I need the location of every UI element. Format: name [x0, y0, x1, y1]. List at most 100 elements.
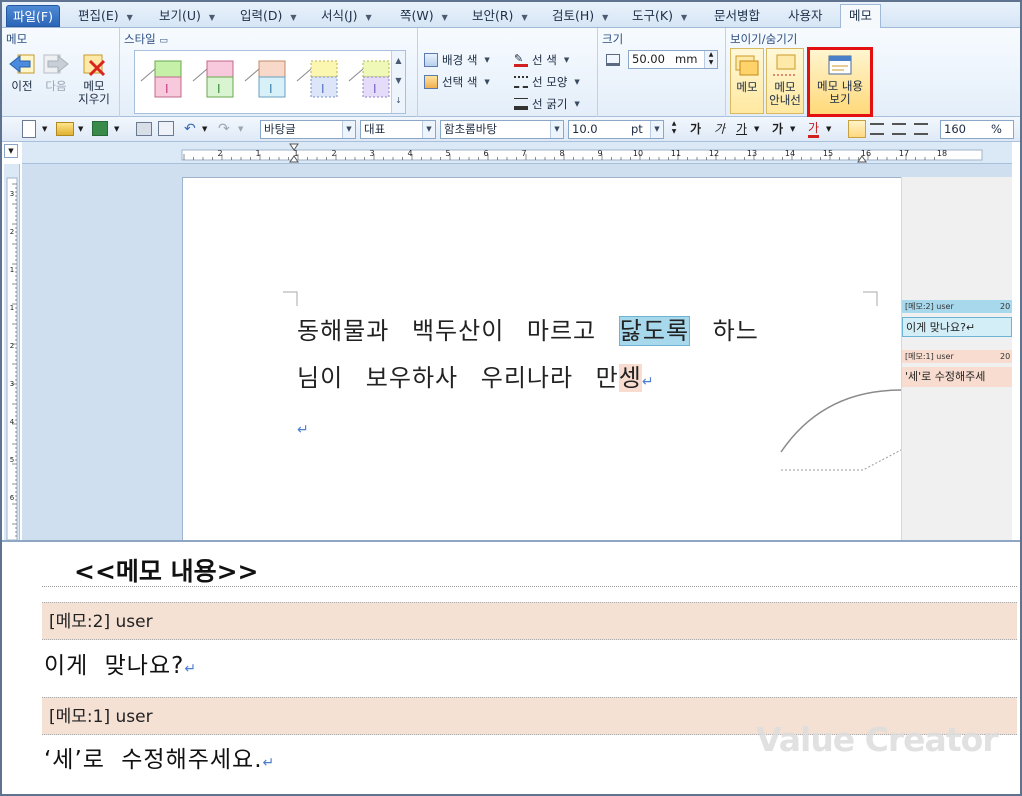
redo-dropdown[interactable]: ▼	[238, 120, 244, 138]
new-document-icon[interactable]	[22, 120, 36, 138]
ruler-number: 14	[785, 149, 795, 158]
menu-tab-memo[interactable]: 메모	[840, 4, 882, 28]
delete-memo-button[interactable]: 메모 지우기	[74, 52, 114, 106]
underline-button[interactable]: 가	[736, 120, 747, 138]
save-icon[interactable]	[92, 121, 108, 136]
print-preview-icon[interactable]	[158, 121, 174, 136]
memo-content-body-1[interactable]: ‘세’로 수정해주세요.↵	[44, 740, 275, 774]
ruler-number: 15	[823, 149, 833, 158]
memo-content-view-button[interactable]: 메모 내용 보기	[807, 47, 873, 117]
menu-tab-file[interactable]: 파일(F)	[6, 5, 60, 27]
print-icon[interactable]	[136, 122, 152, 136]
font-color-button[interactable]: 가	[808, 120, 820, 138]
prev-memo-button[interactable]: 이전	[6, 52, 38, 93]
group-title-view: 보이기/숨기기	[730, 32, 798, 46]
memo-style-4[interactable]: I	[296, 60, 338, 98]
memo-connector-2	[780, 389, 902, 453]
ruler-number: 10	[633, 149, 643, 158]
menu-tab-page[interactable]: 쪽(W) ▼	[400, 5, 448, 27]
line-color-button[interactable]: ✎ 선 색 ▼	[514, 52, 569, 68]
memo-width-spinner[interactable]: ▲ ▼	[704, 51, 717, 68]
memo-balloon-2-header[interactable]: [메모:2] user 20	[902, 300, 1012, 313]
align-left-icon[interactable]	[870, 123, 884, 135]
memo-balloon-1-body[interactable]: '세'로 수정해주세	[902, 367, 1012, 387]
select-color-button[interactable]: 선택 색 ▼	[424, 74, 490, 90]
ruler-number: 4	[10, 418, 15, 426]
menu-tab-insert[interactable]: 입력(D) ▼	[240, 5, 297, 27]
memo-style-2[interactable]: I	[192, 60, 234, 98]
line-width-icon	[514, 98, 528, 110]
char-shape-dropdown[interactable]: ▼	[790, 120, 796, 138]
font-size-combo[interactable]: 10.0 pt ▼	[568, 120, 664, 139]
gallery-scroll[interactable]: ▲ ▼ ↓	[391, 51, 405, 113]
italic-button[interactable]: 가	[714, 120, 725, 138]
memo-anchor-2[interactable]: 닳도록	[618, 316, 691, 346]
align-center-icon[interactable]	[892, 123, 906, 135]
undo-dropdown[interactable]: ▼	[202, 120, 208, 138]
show-memo-button[interactable]: 메모	[730, 48, 764, 114]
ruler-number: 3	[10, 190, 14, 198]
menu-tab-format[interactable]: 서식(J) ▼	[321, 5, 372, 27]
ruler-number: 1	[255, 149, 260, 158]
open-dropdown[interactable]: ▼	[78, 120, 84, 138]
ribbon-group-memo: 메모 이전 다음 메모 지우기	[2, 28, 120, 117]
save-dropdown[interactable]: ▼	[114, 120, 120, 138]
bold-button[interactable]: 가	[690, 120, 701, 138]
language-combo[interactable]: 대표 ▼	[360, 120, 436, 139]
menu-tab-user[interactable]: 사용자	[788, 5, 823, 27]
font-color-dropdown[interactable]: ▼	[826, 120, 832, 138]
paragraph-style-combo[interactable]: 바탕글 ▼	[260, 120, 356, 139]
ruler-number: 5	[10, 456, 14, 464]
menu-tab-tools[interactable]: 도구(K) ▼	[632, 5, 687, 27]
new-document-dropdown[interactable]: ▼	[42, 120, 48, 138]
char-shape-button[interactable]: 가	[772, 120, 783, 138]
memo-style-gallery[interactable]: I I I I I ▲ ▼ ↓	[134, 50, 406, 114]
line-width-button[interactable]: 선 굵기 ▼	[514, 96, 580, 112]
undo-icon[interactable]: ↶	[184, 120, 200, 138]
menu-tab-edit[interactable]: 편집(E) ▼	[78, 5, 133, 27]
svg-text:I: I	[217, 82, 221, 96]
group-title-memo: 메모	[6, 32, 28, 46]
ribbon-group-style: 스타일 ▭ I I I I I ▲ ▼ ↓	[120, 28, 418, 117]
document-line-2: 님이 보우하사 우리나라 만셍↵	[297, 364, 655, 392]
memo-content-body-2[interactable]: 이게 맞나요?↵	[44, 646, 197, 680]
open-folder-icon[interactable]	[56, 122, 74, 136]
memo-content-icon	[828, 55, 852, 75]
memo-stack-icon	[735, 55, 759, 76]
underline-dropdown[interactable]: ▼	[754, 120, 760, 138]
ruler-number: 4	[407, 149, 412, 158]
formatting-toolbar: ▼ ▼ ▼ ↶ ▼ ↷ ▼ 바탕글 ▼ 대표 ▼ 함초롬바탕 ▼ 10.0 pt ▼ …	[2, 117, 1020, 142]
group-title-size: 크기	[602, 32, 624, 46]
memo-width-input[interactable]: 50.00 mm ▲ ▼	[628, 50, 718, 69]
pencil-icon: ✎	[514, 53, 528, 67]
menu-tab-review[interactable]: 검토(H) ▼	[552, 5, 608, 27]
menu-tab-mailmerge[interactable]: 문서병합	[714, 5, 760, 27]
ruler-corner-button[interactable]: ▼	[4, 144, 18, 158]
document-line-3: ↵	[297, 422, 310, 438]
menu-tab-view[interactable]: 보기(U) ▼	[159, 5, 215, 27]
align-justify-icon[interactable]	[848, 120, 866, 138]
font-name-combo[interactable]: 함초롬바탕 ▼	[440, 120, 564, 139]
memo-style-5[interactable]: I	[348, 60, 390, 98]
ribbon-group-view: 보이기/숨기기 메모 메모 안내선 메모 내용 보기	[726, 28, 876, 117]
memo-anchor-1[interactable]: 셍	[618, 364, 642, 392]
redo-icon[interactable]: ↷	[218, 120, 234, 138]
memo-style-3[interactable]: I	[244, 60, 286, 98]
paint-bucket-icon	[424, 53, 438, 67]
next-memo-button[interactable]: 다음	[40, 52, 72, 93]
align-right-icon[interactable]	[914, 123, 928, 135]
bg-color-button[interactable]: 배경 색 ▼	[424, 52, 490, 68]
line-spacing-combo[interactable]: 160 %	[940, 120, 1014, 139]
line-shape-button[interactable]: 선 모양 ▼	[514, 74, 580, 90]
ruler-number: 2	[331, 149, 336, 158]
font-size-spinner[interactable]: ▲ ▼	[668, 120, 680, 138]
vertical-ruler: 3 2 1 1 2 3 4 5 6	[4, 164, 20, 541]
memo-balloon-1-header[interactable]: [메모:1] user 20	[902, 350, 1012, 363]
svg-text:I: I	[373, 82, 377, 96]
menu-tab-security[interactable]: 보안(R) ▼	[472, 5, 528, 27]
ruler-number: 6	[10, 494, 15, 502]
svg-text:I: I	[321, 82, 325, 96]
memo-balloon-2-body[interactable]: 이게 맞나요?↵	[902, 317, 1012, 337]
memo-style-1[interactable]: I	[140, 60, 182, 98]
memo-guideline-button[interactable]: 메모 안내선	[766, 48, 804, 114]
